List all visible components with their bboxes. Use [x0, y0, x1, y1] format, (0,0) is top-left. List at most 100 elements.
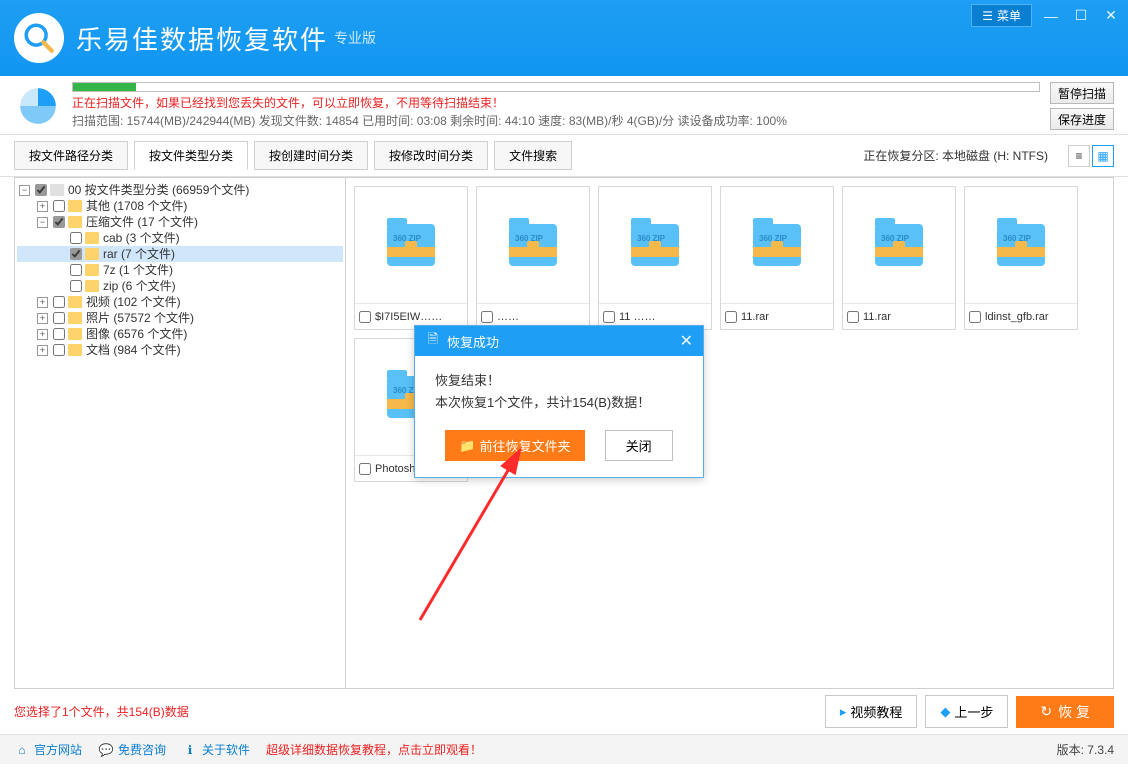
- folder-icon: [85, 264, 99, 276]
- tree-checkbox[interactable]: [70, 264, 82, 276]
- expand-icon[interactable]: +: [37, 201, 48, 212]
- collapse-icon[interactable]: −: [19, 185, 30, 196]
- tree-video[interactable]: +视频 (102 个文件): [17, 294, 343, 310]
- tab-path[interactable]: 按文件路径分类: [14, 141, 128, 170]
- zip-icon: 360 ZIP: [631, 224, 679, 266]
- collapse-icon[interactable]: −: [37, 217, 48, 228]
- expand-icon[interactable]: +: [37, 297, 48, 308]
- view-list-icon[interactable]: ≡: [1068, 145, 1090, 167]
- view-grid-icon[interactable]: ▦: [1092, 145, 1114, 167]
- file-checkbox[interactable]: [725, 311, 737, 323]
- tree-cab[interactable]: cab (3 个文件): [17, 230, 343, 246]
- pause-scan-button[interactable]: 暂停扫描: [1050, 82, 1114, 104]
- folder-icon: [85, 280, 99, 292]
- close-icon[interactable]: ✕: [1100, 7, 1122, 25]
- expand-icon[interactable]: +: [37, 345, 48, 356]
- tree-checkbox[interactable]: [70, 280, 82, 292]
- folder-icon: [85, 232, 99, 244]
- dialog-close-icon[interactable]: ✕: [680, 331, 693, 351]
- tree-doc[interactable]: +文档 (984 个文件): [17, 342, 343, 358]
- tree-7z[interactable]: 7z (1 个文件): [17, 262, 343, 278]
- tree-checkbox[interactable]: [53, 200, 65, 212]
- success-icon: 🗎: [425, 333, 441, 349]
- file-checkbox[interactable]: [969, 311, 981, 323]
- file-checkbox[interactable]: [847, 311, 859, 323]
- folder-icon: [85, 248, 99, 260]
- folder-icon: [68, 296, 82, 308]
- file-card[interactable]: 360 ZIP……: [476, 186, 590, 330]
- maximize-icon[interactable]: ☐: [1070, 7, 1092, 25]
- tree-archive[interactable]: −压缩文件 (17 个文件): [17, 214, 343, 230]
- tree-checkbox[interactable]: [53, 312, 65, 324]
- refresh-icon: ↻: [1040, 703, 1052, 720]
- file-name: ldinst_gfb.rar: [985, 311, 1049, 323]
- save-progress-button[interactable]: 保存进度: [1050, 108, 1114, 130]
- info-icon: ℹ: [182, 742, 198, 758]
- window-controls: ☰菜单 — ☐ ✕: [971, 4, 1122, 27]
- dialog-title: 恢复成功: [447, 332, 499, 351]
- zip-icon: 360 ZIP: [753, 224, 801, 266]
- tree-other[interactable]: +其他 (1708 个文件): [17, 198, 343, 214]
- file-checkbox[interactable]: [359, 311, 371, 323]
- file-checkbox[interactable]: [481, 311, 493, 323]
- play-icon: ▸: [840, 704, 847, 720]
- scan-stats: 扫描范围: 15744(MB)/242944(MB) 发现文件数: 14854 …: [72, 112, 1040, 130]
- file-name: $I7I5EIW……: [375, 311, 442, 323]
- recover-button[interactable]: ↻恢 复: [1016, 696, 1114, 728]
- file-card[interactable]: 360 ZIP 11.rar: [842, 186, 956, 330]
- app-edition: 专业版: [334, 28, 376, 48]
- selection-info: 您选择了1个文件，共154(B)数据: [14, 703, 189, 720]
- tree-photo[interactable]: +照片 (57572 个文件): [17, 310, 343, 326]
- version-label: 版本: 7.3.4: [1057, 741, 1114, 758]
- zip-icon: 360 ZIP: [875, 224, 923, 266]
- tree-checkbox[interactable]: [70, 248, 82, 260]
- titlebar: 乐易佳数据恢复软件 专业版 ☰菜单 — ☐ ✕: [0, 0, 1128, 76]
- footer-row: 您选择了1个文件，共154(B)数据 ▸视频教程 ◆上一步 ↻恢 复: [0, 689, 1128, 734]
- free-consult-link[interactable]: 💬免费咨询: [98, 741, 166, 758]
- dialog-titlebar[interactable]: 🗎 恢复成功 ✕: [415, 326, 703, 356]
- tab-modified[interactable]: 按修改时间分类: [374, 141, 488, 170]
- video-tutorial-button[interactable]: ▸视频教程: [825, 695, 918, 728]
- progress-bar: [72, 82, 1040, 92]
- expand-icon[interactable]: +: [37, 313, 48, 324]
- file-card[interactable]: 360 ZIP$I7I5EIW……: [354, 186, 468, 330]
- tree-checkbox[interactable]: [53, 344, 65, 356]
- about-link[interactable]: ℹ关于软件: [182, 741, 250, 758]
- tree-zip[interactable]: zip (6 个文件): [17, 278, 343, 294]
- dialog-close-button[interactable]: 关闭: [605, 430, 673, 461]
- tree-panel[interactable]: −00 按文件类型分类 (66959个文件) +其他 (1708 个文件) −压…: [14, 177, 346, 689]
- tree-checkbox[interactable]: [53, 296, 65, 308]
- partition-info: 正在恢复分区: 本地磁盘 (H: NTFS): [849, 142, 1062, 169]
- expand-icon[interactable]: +: [37, 329, 48, 340]
- scan-warning: 正在扫描文件，如果已经找到您丢失的文件，可以立即恢复，不用等待扫描结束！: [72, 94, 1040, 112]
- tutorial-link[interactable]: 超级详细数据恢复教程，点击立即观看！: [266, 741, 482, 758]
- tree-root[interactable]: −00 按文件类型分类 (66959个文件): [17, 182, 343, 198]
- file-checkbox[interactable]: [603, 311, 615, 323]
- file-card[interactable]: 360 ZIP11 ……: [598, 186, 712, 330]
- tree-checkbox[interactable]: [53, 328, 65, 340]
- tab-search[interactable]: 文件搜索: [494, 141, 572, 170]
- scan-status: 正在扫描文件，如果已经找到您丢失的文件，可以立即恢复，不用等待扫描结束！ 扫描范…: [0, 76, 1128, 135]
- menu-button[interactable]: ☰菜单: [971, 4, 1032, 27]
- open-recovery-folder-button[interactable]: 📁前往恢复文件夹: [445, 430, 584, 461]
- file-name: ……: [497, 311, 519, 323]
- tree-checkbox[interactable]: [35, 184, 47, 196]
- prev-step-button[interactable]: ◆上一步: [925, 695, 1008, 728]
- file-name: 11.rar: [863, 311, 891, 323]
- folder-icon: [68, 344, 82, 356]
- tree-checkbox[interactable]: [70, 232, 82, 244]
- tree-rar[interactable]: rar (7 个文件): [17, 246, 343, 262]
- folder-icon: [68, 312, 82, 324]
- minimize-icon[interactable]: —: [1040, 7, 1062, 25]
- dialog-line2: 本次恢复1个文件，共计154(B)数据！: [435, 392, 683, 414]
- file-card[interactable]: 360 ZIPldinst_gfb.rar: [964, 186, 1078, 330]
- tab-type[interactable]: 按文件类型分类: [134, 141, 248, 170]
- tree-checkbox[interactable]: [53, 216, 65, 228]
- file-checkbox[interactable]: [359, 463, 371, 475]
- recovery-success-dialog: 🗎 恢复成功 ✕ 恢复结束！ 本次恢复1个文件，共计154(B)数据！ 📁前往恢…: [414, 325, 704, 478]
- official-site-link[interactable]: ⌂官方网站: [14, 741, 82, 758]
- app-logo-icon: [14, 13, 64, 63]
- tree-image[interactable]: +图像 (6576 个文件): [17, 326, 343, 342]
- file-card[interactable]: 360 ZIP11.rar: [720, 186, 834, 330]
- tab-created[interactable]: 按创建时间分类: [254, 141, 368, 170]
